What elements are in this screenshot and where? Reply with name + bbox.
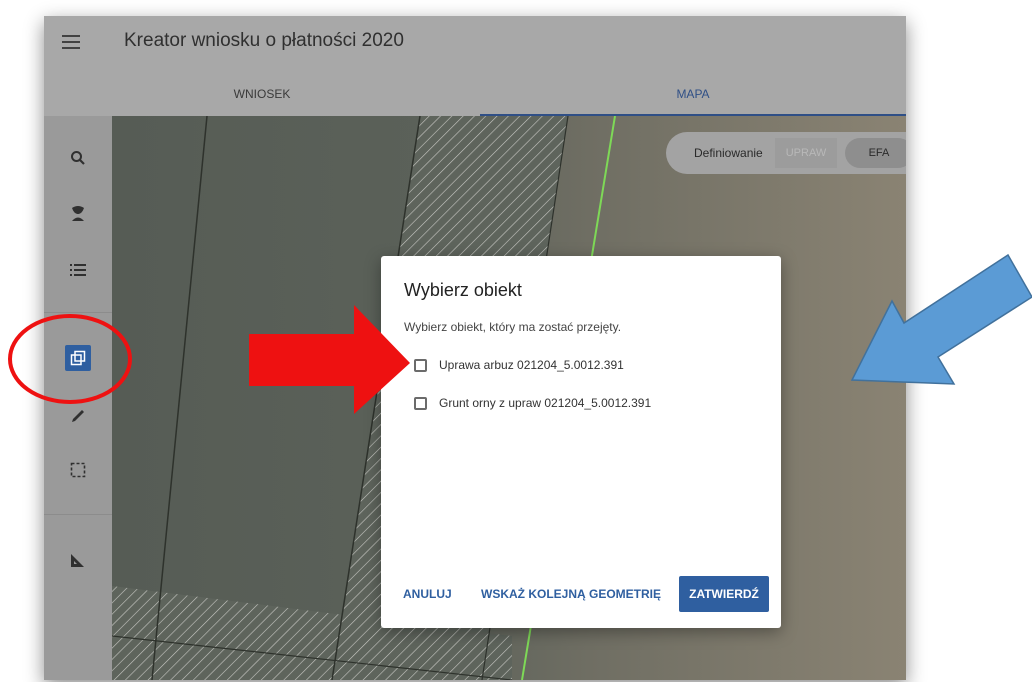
sidebar-divider: [44, 312, 112, 313]
option-uprawa[interactable]: Uprawa arbuz 021204_5.0012.391: [414, 356, 624, 374]
checkbox[interactable]: [414, 396, 427, 410]
copy-geometry-icon: [70, 350, 86, 366]
next-geometry-button[interactable]: WSKAŻ KOLEJNĄ GEOMETRIĘ: [481, 576, 661, 612]
toggle-label: Definiowanie: [694, 146, 763, 160]
select-object-dialog: Wybierz obiekt Wybierz obiekt, który ma …: [381, 256, 781, 628]
copy-geometry-button[interactable]: [54, 338, 102, 378]
dialog-title: Wybierz obiekt: [404, 280, 522, 300]
option-grunt[interactable]: Grunt orny z upraw 021204_5.0012.391: [414, 394, 651, 412]
active-tool-highlight: [65, 345, 91, 371]
confirm-button[interactable]: ZATWIERDŹ: [679, 576, 769, 612]
sidebar-divider-2: [44, 514, 112, 515]
tab-mapa-label: MAPA: [676, 87, 710, 101]
top-app-bar: Kreator wniosku o płatności 2020: [44, 16, 906, 72]
dashed-rectangle-select-icon: [70, 462, 86, 478]
map-tool-sidebar: [44, 116, 112, 680]
tab-wniosek[interactable]: WNIOSEK: [44, 72, 480, 116]
dialog-subtitle: Wybierz obiekt, który ma zostać przejęty…: [404, 320, 622, 334]
toggle-option-upraw[interactable]: UPRAW: [775, 138, 837, 168]
plant-button[interactable]: [54, 194, 102, 234]
measure-button[interactable]: [54, 540, 102, 580]
hamburger-menu-icon[interactable]: [62, 35, 80, 49]
tab-mapa[interactable]: MAPA: [480, 72, 906, 116]
ruler-triangle-icon: [71, 554, 84, 567]
checkbox[interactable]: [414, 358, 427, 372]
option-label: Uprawa arbuz 021204_5.0012.391: [439, 358, 624, 372]
tab-bar: WNIOSEK MAPA: [44, 72, 906, 116]
search-button[interactable]: [54, 138, 102, 178]
toggle-option-efa[interactable]: EFA: [845, 138, 906, 168]
cancel-button[interactable]: ANULUJ: [403, 576, 452, 612]
plant-icon: [72, 206, 84, 221]
list-icon: [70, 264, 86, 276]
draw-button[interactable]: [54, 394, 102, 434]
list-button[interactable]: [54, 250, 102, 290]
pencil-icon: [72, 410, 84, 422]
definition-mode-toggle: Definiowanie UPRAW EFA: [666, 132, 906, 174]
app-title: Kreator wniosku o płatności 2020: [124, 30, 404, 51]
dialog-actions: ANULUJ WSKAŻ KOLEJNĄ GEOMETRIĘ ZATWIERDŹ: [381, 562, 781, 628]
option-label: Grunt orny z upraw 021204_5.0012.391: [439, 396, 652, 410]
select-area-button[interactable]: [54, 450, 102, 490]
search-icon: [71, 151, 85, 165]
